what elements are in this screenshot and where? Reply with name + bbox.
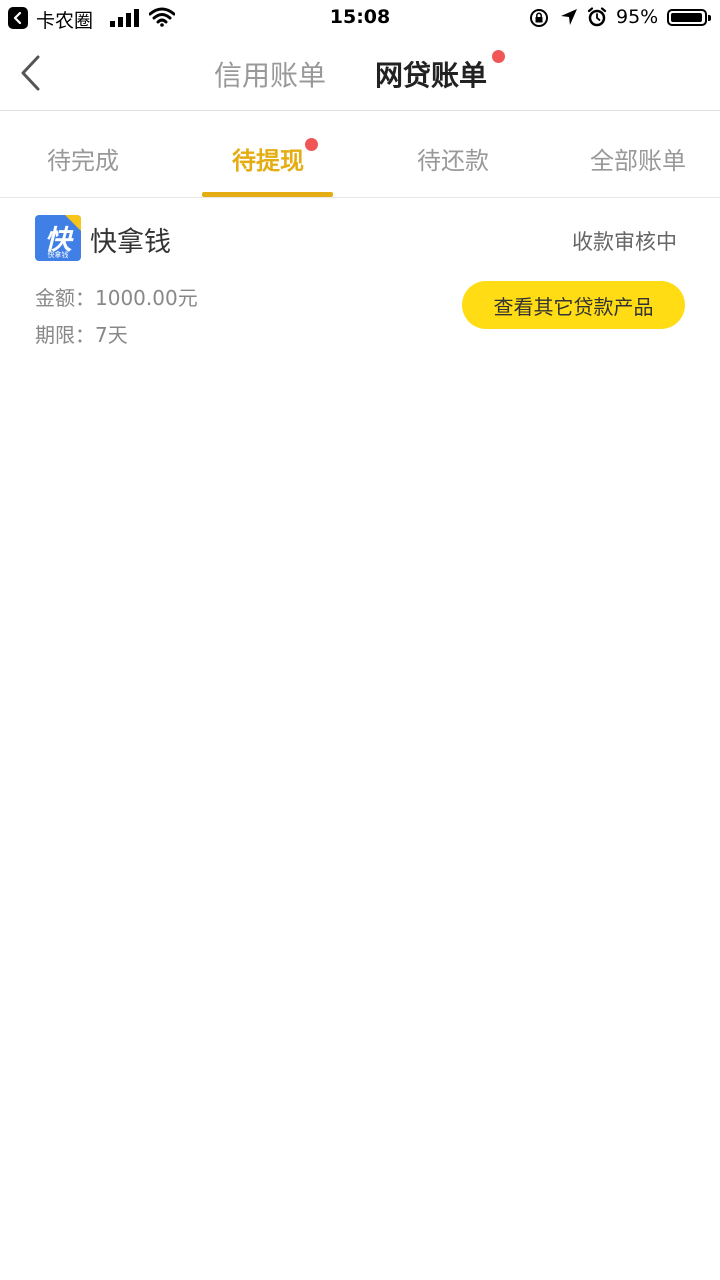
view-other-loans-button[interactable]: 查看其它贷款产品: [462, 281, 685, 329]
tab-online-loan-bill[interactable]: 网贷账单: [375, 54, 487, 94]
loan-amount: 金额：1000.00元: [35, 286, 198, 310]
status-badge: 收款审核中: [572, 230, 677, 254]
nav-bar: 信用账单 网贷账单: [0, 36, 720, 111]
loan-term: 期限：7天: [35, 323, 128, 347]
status-time: 15:08: [329, 6, 391, 28]
subtab-pending-complete[interactable]: 待完成: [47, 141, 119, 176]
active-tab-indicator: [202, 192, 333, 197]
tab-credit-bill[interactable]: 信用账单: [214, 54, 326, 94]
subtab-all-bills[interactable]: 全部账单: [590, 141, 686, 176]
product-name: 快拿钱: [90, 227, 171, 258]
battery-icon: [667, 9, 711, 26]
bill-status-tabs: 待完成 待提现 待还款 全部账单: [0, 111, 720, 198]
subtab-pending-withdraw[interactable]: 待提现: [232, 141, 304, 176]
alarm-icon: [587, 7, 607, 27]
notification-dot: [305, 138, 318, 151]
rotation-lock-icon: [530, 9, 548, 27]
app-logo: 快 快拿钱: [35, 215, 81, 261]
notification-dot: [492, 50, 505, 63]
location-icon: [561, 9, 577, 25]
subtab-pending-repay[interactable]: 待还款: [417, 141, 489, 176]
list-item[interactable]: 快 快拿钱 快拿钱 收款审核中 金额：1000.00元 期限：7天 查看其它贷款…: [0, 198, 720, 358]
chevron-left-icon[interactable]: [18, 54, 44, 92]
logo-caption: 快拿钱: [47, 251, 69, 259]
battery-percent: 95%: [616, 6, 659, 28]
status-bar: 卡农圈 15:08 95%: [0, 0, 720, 36]
